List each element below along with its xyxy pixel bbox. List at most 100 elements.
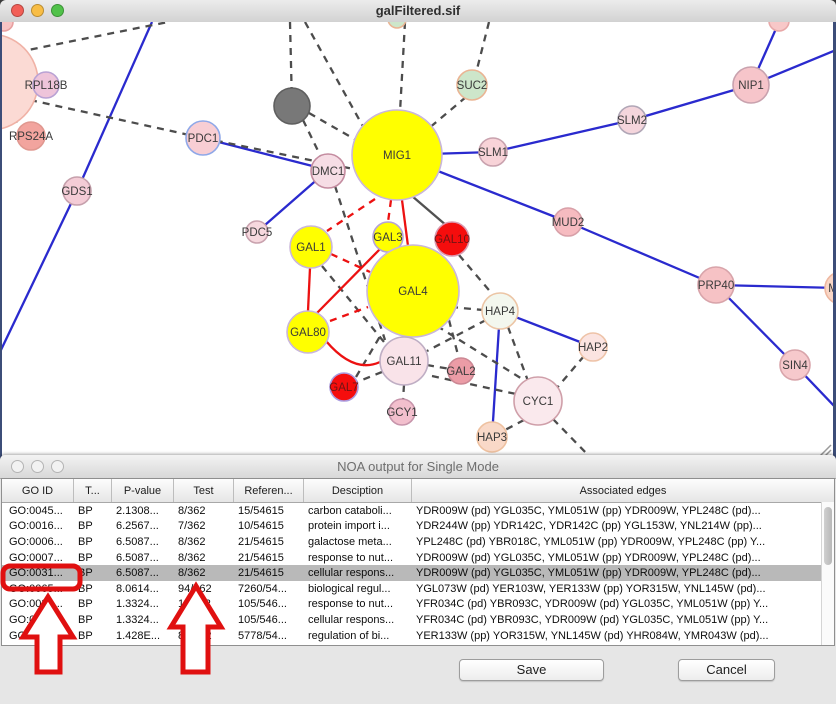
table-cell[interactable]: YFR034C (pd) YBR093C, YDR009W (pd) YGL03…	[412, 614, 834, 626]
column-header-desciption[interactable]: Desciption	[304, 479, 412, 502]
table-cell[interactable]: 1.428E...	[112, 630, 174, 642]
table-cell[interactable]: 5778/54...	[234, 630, 304, 642]
table-cell[interactable]: GO:0031...	[2, 614, 74, 626]
table-cell[interactable]: 6.5087...	[112, 536, 174, 548]
table-cell[interactable]: BP	[74, 552, 112, 564]
table-cell[interactable]: 21/54615	[234, 552, 304, 564]
table-cell[interactable]: GO:0045...	[2, 505, 74, 517]
table-cell[interactable]: GO:0007...	[2, 552, 74, 564]
graph-edge-dash[interactable]	[505, 420, 524, 430]
table-cell[interactable]: carbon cataboli...	[304, 505, 412, 517]
table-row[interactable]: GO:0016...BP6.2567...7/36210/54615protei…	[2, 519, 834, 535]
table-cell[interactable]: 6.5087...	[112, 567, 174, 579]
graph-node[interactable]	[769, 22, 789, 31]
graph-edge-reddash[interactable]	[331, 254, 370, 272]
table-cell[interactable]: BP	[74, 536, 112, 548]
graph-edge-red[interactable]	[326, 341, 380, 365]
table-cell[interactable]: 8/362	[174, 567, 234, 579]
table-cell[interactable]: BP	[74, 614, 112, 626]
graph-edge-dash[interactable]	[403, 385, 404, 400]
save-button[interactable]: Save	[459, 659, 604, 681]
table-cell[interactable]: 2.1308...	[112, 505, 174, 517]
table-cell[interactable]: 15/54615	[234, 505, 304, 517]
column-header-test[interactable]: Test	[174, 479, 234, 502]
table-cell[interactable]: BP	[74, 583, 112, 595]
graph-edge-dash[interactable]	[459, 255, 494, 296]
table-cell[interactable]: response to nut...	[304, 598, 412, 610]
graph-edge-dash[interactable]	[356, 333, 382, 377]
table-cell[interactable]: YDR009W (pd) YGL035C, YML051W (pp) YDR00…	[412, 505, 834, 517]
graph-edge-dash[interactable]	[303, 120, 321, 157]
table-row[interactable]: GO:0031...BP1.3324...11/362105/546...res…	[2, 597, 834, 613]
table-cell[interactable]: 8/362	[174, 505, 234, 517]
table-row[interactable]: GO:0031...BP6.5087...8/36221/54615cellul…	[2, 565, 834, 581]
table-cell[interactable]: GO:0016...	[2, 520, 74, 532]
table-cell[interactable]: BP	[74, 505, 112, 517]
graph-edge-reddash[interactable]	[388, 200, 391, 222]
table-cell[interactable]: 7/362	[174, 520, 234, 532]
table-cell[interactable]: BP	[74, 520, 112, 532]
graph-edge-blue[interactable]	[77, 22, 152, 191]
graph-edge-blue[interactable]	[493, 120, 632, 152]
table-cell[interactable]: 7260/54...	[234, 583, 304, 595]
table-cell[interactable]: galactose meta...	[304, 536, 412, 548]
column-header-p-value[interactable]: P-value	[112, 479, 174, 502]
network-canvas[interactable]: RPL18BRPS24AGDS1PDC1DMC1PDC5MIG1SUC2SLM1…	[0, 22, 836, 460]
table-cell[interactable]: protein import i...	[304, 520, 412, 532]
graph-edge-reddash[interactable]	[330, 307, 368, 321]
graph-edge-blue[interactable]	[2, 191, 77, 352]
table-cell[interactable]: response to nut...	[304, 552, 412, 564]
table-row[interactable]: GO:0031...BP1.3324...11/362105/546...cel…	[2, 612, 834, 628]
column-header-go-id[interactable]: GO ID	[2, 479, 74, 502]
table-cell[interactable]: 6.5087...	[112, 552, 174, 564]
graph-node[interactable]	[274, 88, 310, 124]
table-cell[interactable]: biological regul...	[304, 583, 412, 595]
graph-edge-dash[interactable]	[556, 356, 584, 389]
table-cell[interactable]: cellular respons...	[304, 567, 412, 579]
table-cell[interactable]: regulation of bi...	[304, 630, 412, 642]
table-cell[interactable]: 105/546...	[234, 614, 304, 626]
table-cell[interactable]: 94/362	[174, 583, 234, 595]
table-cell[interactable]: 6.2567...	[112, 520, 174, 532]
table-cell[interactable]: 8/362	[174, 552, 234, 564]
table-cell[interactable]: 11/362	[174, 598, 234, 610]
graph-edge-dash[interactable]	[553, 419, 590, 457]
cancel-button[interactable]: Cancel	[678, 659, 775, 681]
graph-edge-dash[interactable]	[432, 376, 516, 394]
table-cell[interactable]: GO:0006...	[2, 536, 74, 548]
graph-node[interactable]	[388, 22, 406, 28]
graph-edge-dash[interactable]	[428, 97, 466, 129]
graph-edge-dash[interactable]	[30, 100, 203, 138]
graph-edge-reddash[interactable]	[327, 199, 375, 231]
table-cell[interactable]: GO:0050...	[2, 630, 74, 642]
graph-edge-dash[interactable]	[475, 22, 489, 77]
graph-edge-dash[interactable]	[305, 22, 365, 130]
table-cell[interactable]: 1.3324...	[112, 598, 174, 610]
table-cell[interactable]: YDR009W (pd) YGL035C, YML051W (pp) YDR00…	[412, 552, 834, 564]
table-cell[interactable]: 10/54615	[234, 520, 304, 532]
table-row[interactable]: GO:0050...BP1.428E...80/3625778/54...reg…	[2, 628, 834, 644]
table-cell[interactable]: BP	[74, 598, 112, 610]
table-cell[interactable]: YGL073W (pd) YER103W, YER133W (pp) YOR31…	[412, 583, 834, 595]
graph-edge-red[interactable]	[308, 268, 310, 311]
table-cell[interactable]: GO:0031...	[2, 598, 74, 610]
table-row[interactable]: GO:0006...BP6.5087...8/36221/54615galact…	[2, 534, 834, 550]
table-cell[interactable]: 11/362	[174, 614, 234, 626]
column-header-referen-[interactable]: Referen...	[234, 479, 304, 502]
table-cell[interactable]: YPL248C (pd) YBR018C, YML051W (pp) YDR00…	[412, 536, 834, 548]
table-cell[interactable]: 8.0614...	[112, 583, 174, 595]
vertical-scrollbar[interactable]	[821, 502, 834, 646]
table-cell[interactable]: BP	[74, 630, 112, 642]
graph-edge-blue[interactable]	[492, 311, 500, 437]
graph-edge-gray[interactable]	[412, 196, 447, 226]
table-cell[interactable]: 1.3324...	[112, 614, 174, 626]
table-cell[interactable]: 105/546...	[234, 598, 304, 610]
graph-edge-blue[interactable]	[568, 222, 716, 285]
table-cell[interactable]: 21/54615	[234, 536, 304, 548]
graph-edge-dash[interactable]	[357, 372, 382, 382]
table-cell[interactable]: YDR009W (pd) YGL035C, YML051W (pp) YDR00…	[412, 567, 834, 579]
table-cell[interactable]: 80/362	[174, 630, 234, 642]
graph-edge-dash[interactable]	[508, 327, 528, 381]
table-cell[interactable]: YFR034C (pd) YBR093C, YDR009W (pd) YGL03…	[412, 598, 834, 610]
table-row[interactable]: GO:0065...BP8.0614...94/3627260/54...bio…	[2, 581, 834, 597]
